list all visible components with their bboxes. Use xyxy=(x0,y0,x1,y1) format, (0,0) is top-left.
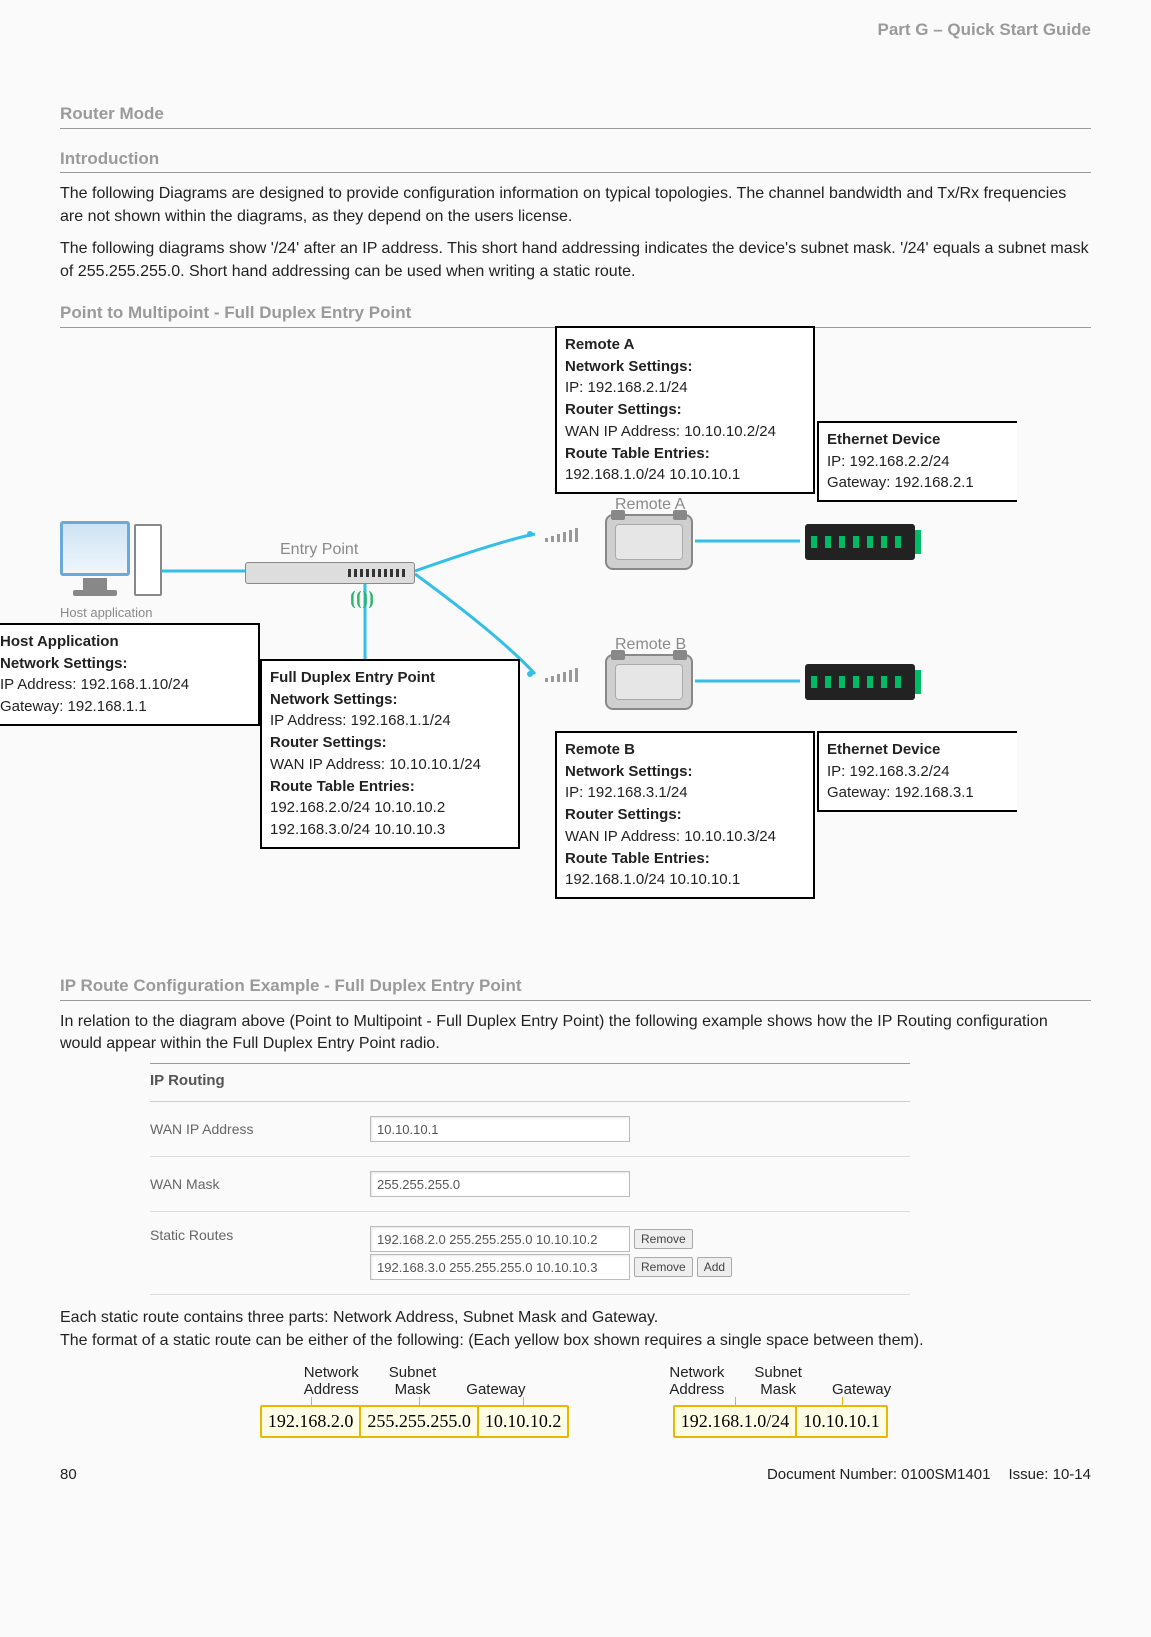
section-ptmp: Point to Multipoint - Full Duplex Entry … xyxy=(60,301,1091,328)
route-format-examples: NetworkAddress SubnetMask Gateway 192.16… xyxy=(60,1364,1091,1438)
ep-box-title: Full Duplex Entry Point xyxy=(270,667,510,689)
entry-point-label: Entry Point xyxy=(280,539,358,561)
radio-a-icon xyxy=(605,514,693,570)
remove-button-1[interactable]: Remove xyxy=(634,1229,693,1249)
ep-r1: 192.168.2.0/24 10.10.10.2 xyxy=(270,797,510,819)
host-pc-icon xyxy=(60,521,162,596)
ep-r2: 192.168.3.0/24 10.10.10.3 xyxy=(270,819,510,841)
page-number: 80 xyxy=(60,1464,77,1485)
static-route-1-input[interactable] xyxy=(370,1226,630,1252)
fmt-right-c2: 10.10.10.1 xyxy=(797,1407,886,1436)
fmt-right-c1: 192.168.1.0/24 xyxy=(675,1407,798,1436)
static-routes-label: Static Routes xyxy=(150,1226,370,1246)
format-example-right: NetworkAddress SubnetMask Gateway 192.16… xyxy=(669,1364,891,1438)
wan-mask-label: WAN Mask xyxy=(150,1175,370,1195)
host-app-ip: IP Address: 192.168.1.10/24 xyxy=(0,674,250,696)
etha-ip: IP: 192.168.2.2/24 xyxy=(827,451,1009,473)
entry-point-icon xyxy=(245,562,415,584)
rb-rte: Route Table Entries: xyxy=(565,848,805,870)
ep-rte: Route Table Entries: xyxy=(270,776,510,798)
static-routes-row: Static Routes Remove RemoveAdd xyxy=(150,1212,910,1295)
wan-ip-label: WAN IP Address xyxy=(150,1120,370,1140)
antenna-b-icon xyxy=(545,668,589,682)
ra-title: Remote A xyxy=(565,334,805,356)
section-router-mode: Router Mode xyxy=(60,102,1091,129)
ep-wan: WAN IP Address: 10.10.10.1/24 xyxy=(270,754,510,776)
entry-point-info-box: Full Duplex Entry Point Network Settings… xyxy=(260,659,520,849)
ipcfg-paragraph: In relation to the diagram above (Point … xyxy=(60,1011,1091,1056)
eth-a-info-box: Ethernet Device IP: 192.168.2.2/24 Gatew… xyxy=(817,421,1017,502)
static-route-parts-text: Each static route contains three parts: … xyxy=(60,1307,1091,1329)
rb-title: Remote B xyxy=(565,739,805,761)
remote-a-info-box: Remote A Network Settings: IP: 192.168.2… xyxy=(555,326,815,494)
ra-rs: Router Settings: xyxy=(565,399,805,421)
ep-ns: Network Settings: xyxy=(270,689,510,711)
page-footer: 80 Document Number: 0100SM1401 Issue: 10… xyxy=(0,1454,1151,1485)
host-app-title: Host Application xyxy=(0,631,250,653)
eth-b-info-box: Ethernet Device IP: 192.168.3.2/24 Gatew… xyxy=(817,731,1017,812)
ethb-ip: IP: 192.168.3.2/24 xyxy=(827,761,1009,783)
section-introduction: Introduction xyxy=(60,147,1091,174)
ra-rte: Route Table Entries: xyxy=(565,443,805,465)
fmt-left-sub-label: SubnetMask xyxy=(389,1364,437,1399)
rb-ns: Network Settings: xyxy=(565,761,805,783)
static-route-row-2: RemoveAdd xyxy=(370,1254,732,1280)
wan-mask-input[interactable] xyxy=(370,1171,630,1197)
host-icon-caption: Host application xyxy=(60,604,153,622)
add-button[interactable]: Add xyxy=(697,1257,732,1277)
fmt-left-gw-label: Gateway xyxy=(466,1381,525,1398)
radio-b-icon xyxy=(605,654,693,710)
eth-device-a-icon xyxy=(805,524,915,560)
intro-paragraph-1: The following Diagrams are designed to p… xyxy=(60,183,1091,228)
ep-ip: IP Address: 192.168.1.1/24 xyxy=(270,710,510,732)
doc-number: Document Number: 0100SM1401 xyxy=(767,1464,990,1485)
etha-title: Ethernet Device xyxy=(827,429,1009,451)
ethb-gw: Gateway: 192.168.3.1 xyxy=(827,782,1009,804)
ra-ip: IP: 192.168.2.1/24 xyxy=(565,377,805,399)
fmt-left-c2: 255.255.255.0 xyxy=(361,1407,479,1436)
static-route-format-text: The format of a static route can be eith… xyxy=(60,1330,1091,1352)
ip-routing-panel: IP Routing WAN IP Address WAN Mask Stati… xyxy=(150,1063,910,1295)
intro-paragraph-2: The following diagrams show '/24' after … xyxy=(60,238,1091,283)
wan-ip-input[interactable] xyxy=(370,1116,630,1142)
fmt-right-net-label: NetworkAddress xyxy=(669,1364,724,1399)
host-app-info-box: Host Application Network Settings: IP Ad… xyxy=(0,623,260,726)
wan-ip-row: WAN IP Address xyxy=(150,1102,910,1157)
fmt-left-c1: 192.168.2.0 xyxy=(262,1407,362,1436)
rb-ip: IP: 192.168.3.1/24 xyxy=(565,782,805,804)
format-example-left: NetworkAddress SubnetMask Gateway 192.16… xyxy=(260,1364,570,1438)
ethb-title: Ethernet Device xyxy=(827,739,1009,761)
wifi-icon: ⦗⦗⦘⦘ xyxy=(350,586,374,611)
static-route-row-1: Remove xyxy=(370,1226,732,1252)
ra-r1: 192.168.1.0/24 10.10.10.1 xyxy=(565,464,805,486)
host-app-gw: Gateway: 192.168.1.1 xyxy=(0,696,250,718)
wan-mask-row: WAN Mask xyxy=(150,1157,910,1212)
section-ip-route-config: IP Route Configuration Example - Full Du… xyxy=(60,974,1091,1001)
fmt-right-sub-label: SubnetMask xyxy=(754,1364,802,1399)
rb-r1: 192.168.1.0/24 10.10.10.1 xyxy=(565,869,805,891)
ip-routing-title: IP Routing xyxy=(150,1064,910,1102)
ra-ns: Network Settings: xyxy=(565,356,805,378)
rb-wan: WAN IP Address: 10.10.10.3/24 xyxy=(565,826,805,848)
ep-rs: Router Settings: xyxy=(270,732,510,754)
issue-number: Issue: 10-14 xyxy=(1008,1464,1091,1485)
network-diagram: Host application Entry Point ⦗⦗⦘⦘ Remote… xyxy=(60,336,1090,956)
fmt-left-net-label: NetworkAddress xyxy=(304,1364,359,1399)
static-route-2-input[interactable] xyxy=(370,1254,630,1280)
ra-wan: WAN IP Address: 10.10.10.2/24 xyxy=(565,421,805,443)
eth-device-b-icon xyxy=(805,664,915,700)
remove-button-2[interactable]: Remove xyxy=(634,1257,693,1277)
etha-gw: Gateway: 192.168.2.1 xyxy=(827,472,1009,494)
rb-rs: Router Settings: xyxy=(565,804,805,826)
fmt-left-c3: 10.10.10.2 xyxy=(479,1407,568,1436)
remote-b-info-box: Remote B Network Settings: IP: 192.168.3… xyxy=(555,731,815,899)
header-part-label: Part G – Quick Start Guide xyxy=(60,18,1091,42)
antenna-a-icon xyxy=(545,528,589,542)
host-app-ns: Network Settings: xyxy=(0,653,250,675)
